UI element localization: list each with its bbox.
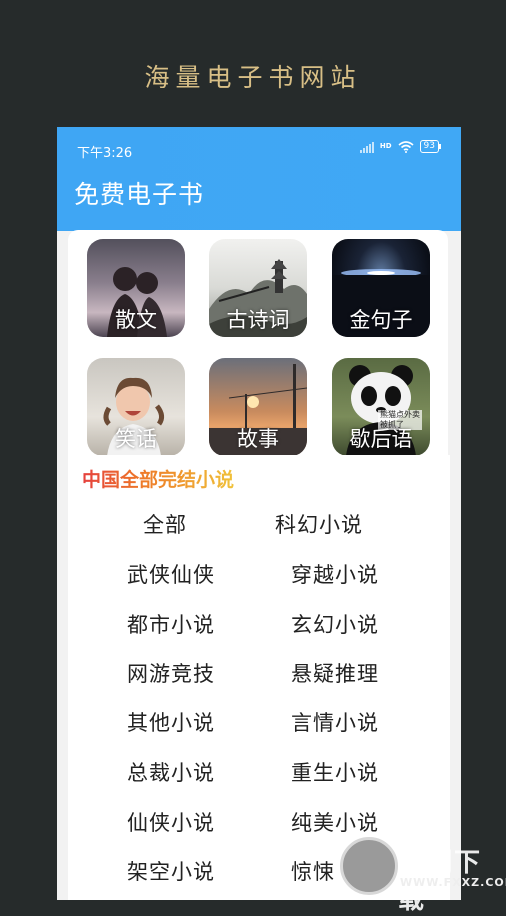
- tile-poetry[interactable]: 古诗词: [209, 239, 307, 337]
- novel-category[interactable]: 总裁小说: [127, 757, 215, 787]
- section-title: 中国全部完结小说: [82, 465, 234, 492]
- app-header: 下午3:26 HD 93 免费电子书: [57, 127, 461, 231]
- signal-icon: [359, 141, 374, 153]
- wifi-icon: [398, 140, 414, 153]
- novel-category[interactable]: 重生小说: [291, 757, 379, 787]
- battery-icon: 93: [419, 140, 442, 153]
- tile-stories[interactable]: 故事: [209, 358, 307, 456]
- status-icons: HD 93: [359, 140, 442, 153]
- network-label: HD: [379, 142, 392, 150]
- category-grid: 散文 古诗词 金句子 笑话 故事 熊猫点外卖 被抓了 歇后语: [68, 230, 448, 466]
- novel-category[interactable]: 科幻小说: [275, 509, 363, 539]
- novel-category[interactable]: 言情小说: [291, 707, 379, 737]
- novel-category[interactable]: 都市小说: [127, 609, 215, 639]
- promo-title: 海量电子书网站: [144, 63, 362, 92]
- novel-category[interactable]: 全部: [143, 509, 187, 539]
- novel-category[interactable]: 武侠仙侠: [127, 559, 215, 589]
- novel-category[interactable]: 网游竞技: [127, 658, 215, 688]
- tile-label: 故事: [237, 427, 279, 451]
- novel-category[interactable]: 玄幻小说: [291, 609, 379, 639]
- tile-prose[interactable]: 散文: [87, 239, 185, 337]
- panda-caption-line: 熊猫点外卖: [380, 410, 420, 419]
- phone-screen: 下午3:26 HD 93 免费电子书 散文 古诗词 金句子 笑话 故事 熊猫点外…: [57, 127, 461, 900]
- novel-category[interactable]: 架空小说: [127, 856, 215, 886]
- watermark-url: WWW.FXXZ.COM: [400, 876, 506, 889]
- tile-proverbs[interactable]: 熊猫点外卖 被抓了 歇后语: [332, 358, 430, 456]
- novel-category[interactable]: 惊悚: [291, 856, 335, 886]
- novel-category[interactable]: 穿越小说: [291, 559, 379, 589]
- tile-quotes[interactable]: 金句子: [332, 239, 430, 337]
- tile-jokes[interactable]: 笑话: [87, 358, 185, 456]
- tile-label: 金句子: [349, 308, 413, 332]
- novel-category[interactable]: 其他小说: [127, 707, 215, 737]
- tile-label: 笑话: [115, 427, 157, 451]
- novel-category[interactable]: 悬疑推理: [291, 658, 379, 688]
- tile-label: 歇后语: [349, 427, 413, 451]
- tile-label: 古诗词: [226, 308, 290, 332]
- tile-label: 散文: [115, 308, 157, 332]
- status-time: 下午3:26: [77, 146, 133, 161]
- site-watermark: 飞翔下载 WWW.FXXZ.COM: [338, 834, 506, 915]
- watermark-logo-icon: [340, 837, 398, 895]
- novel-category[interactable]: 纯美小说: [291, 807, 379, 837]
- novel-category[interactable]: 仙侠小说: [127, 807, 215, 837]
- app-title: 免费电子书: [74, 180, 205, 209]
